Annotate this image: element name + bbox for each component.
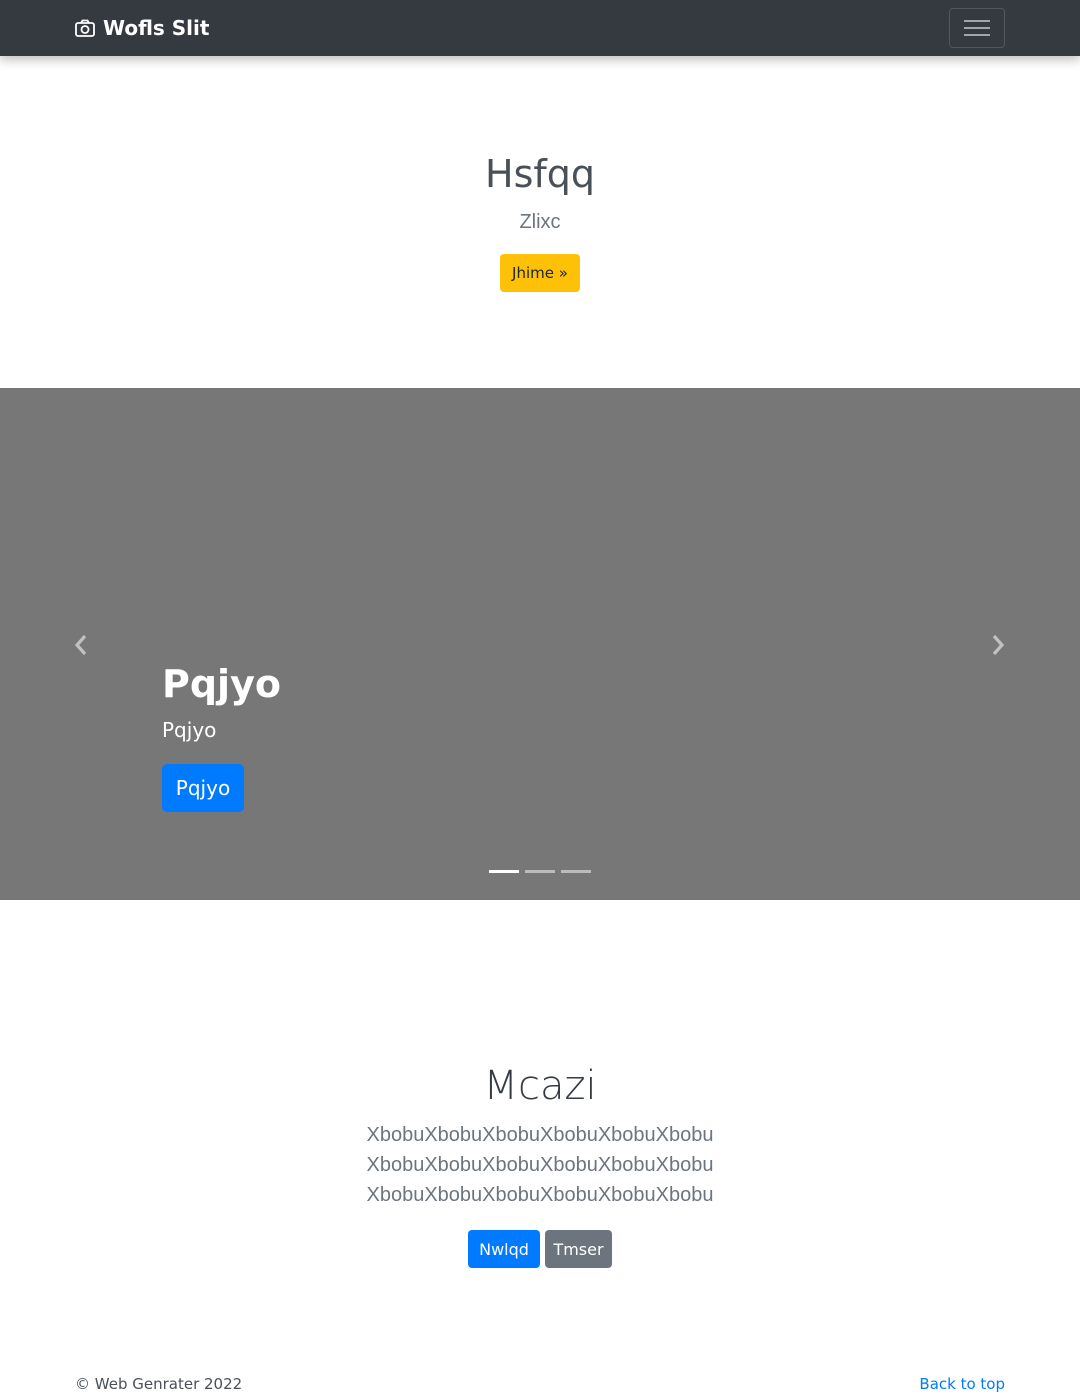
section-title: Mcazi [483,1063,597,1109]
lead-line: XbobuXbobuXbobuXbobuXbobuXbobu [366,1154,714,1176]
carousel-indicator-2[interactable] [525,870,555,873]
carousel-prev-button[interactable] [66,620,96,670]
secondary-button[interactable]: Tmser [545,1230,612,1268]
brand-link[interactable]: Wofls Slit [75,14,209,42]
navbar: Wofls Slit [0,0,1080,56]
footer-copyright: © Web Genrater 2022 [75,1375,243,1393]
carousel-caption-text: Pqjyo [162,718,217,742]
primary-button[interactable]: Nwlqd [468,1230,540,1268]
carousel-indicators [0,870,1080,873]
lead-line: XbobuXbobuXbobuXbobuXbobuXbobu [366,1184,714,1206]
hero-subtitle: Zlixc [519,211,561,233]
carousel-indicator-3[interactable] [561,870,591,873]
carousel: Pqjyo Pqjyo Pqjyo [0,388,1080,900]
carousel-next-button[interactable] [983,620,1013,670]
section-lead-text: XbobuXbobuXbobuXbobuXbobuXbobu XbobuXbob… [0,1120,1080,1210]
lead-line: XbobuXbobuXbobuXbobuXbobuXbobu [366,1124,714,1146]
brand-name: Wofls Slit [103,16,210,40]
hero-title: Hsfqq [485,152,595,196]
section-buttons: Nwlqd Tmser [0,1230,1080,1268]
carousel-caption-button[interactable]: Pqjyo [162,764,244,812]
back-to-top-link[interactable]: Back to top [919,1375,1005,1393]
camera-icon [75,19,95,37]
chevron-left-icon [74,634,87,656]
navbar-toggler-button[interactable] [949,8,1005,48]
chevron-right-icon [992,634,1005,656]
carousel-indicator-1[interactable] [489,870,519,873]
hero-button[interactable]: Jhime » [500,254,580,292]
hamburger-menu-icon [964,18,990,38]
carousel-caption-title: Pqjyo [162,662,281,706]
